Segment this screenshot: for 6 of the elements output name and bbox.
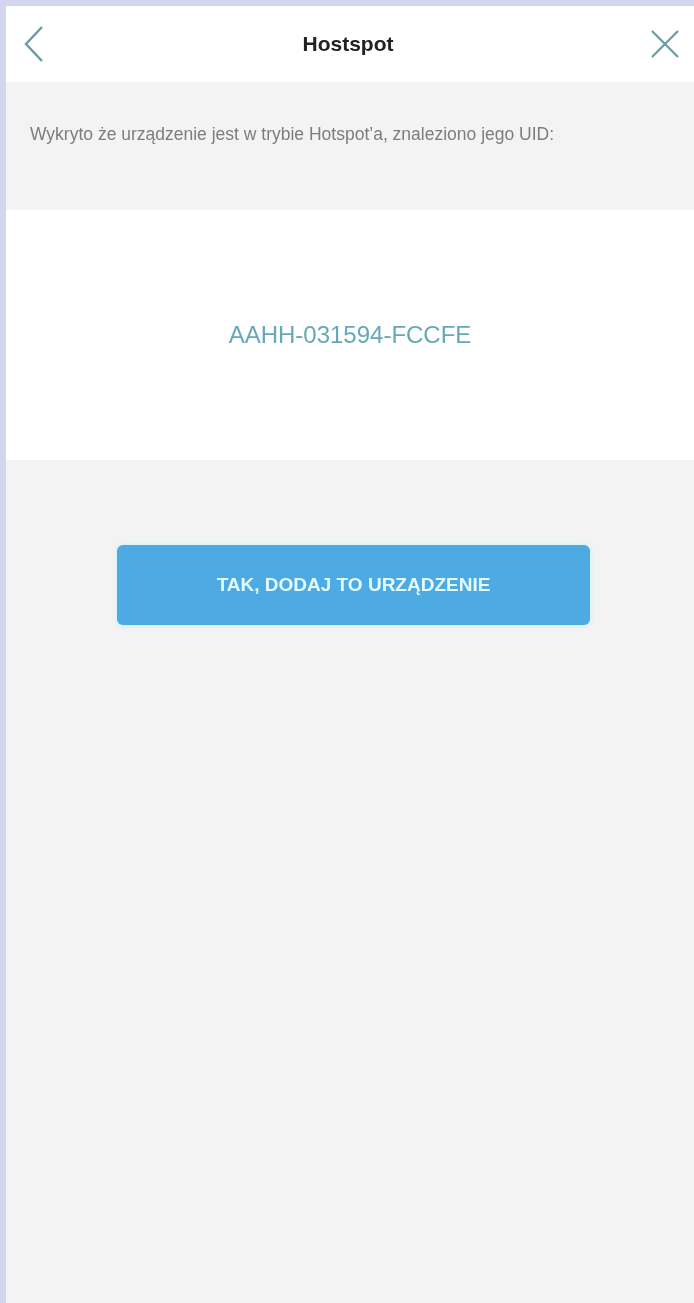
info-text: Wykryto że urządzenie jest w trybie Hotspot’a, znaleziono jego UID: <box>29 123 556 146</box>
add-device-button[interactable]: TAK, DODAJ TO URZĄDZENIE <box>117 545 590 625</box>
screen-title: Hostspot <box>302 32 394 56</box>
uid-text: AAHH-031594-FCCFE <box>228 321 472 349</box>
back-icon[interactable] <box>22 25 46 63</box>
close-icon[interactable] <box>650 29 680 59</box>
